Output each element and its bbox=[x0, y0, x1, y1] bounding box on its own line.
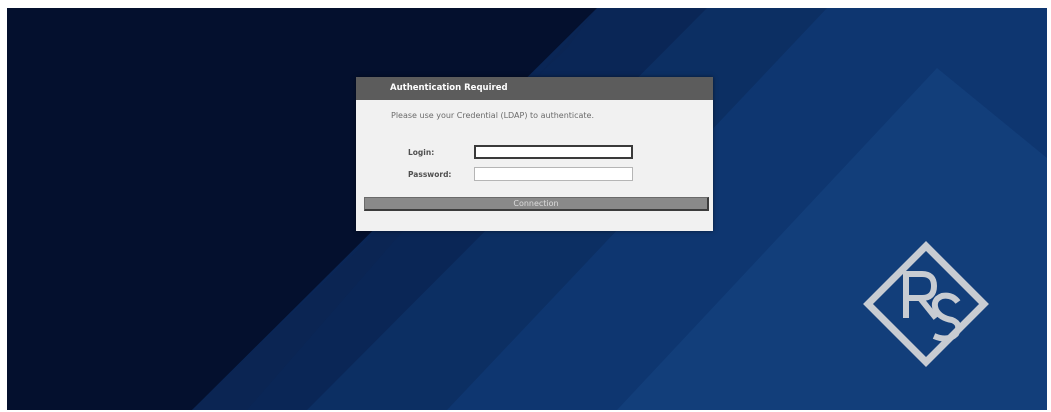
page-background: Authentication Required Please use your … bbox=[7, 8, 1047, 410]
password-input[interactable] bbox=[474, 167, 633, 181]
login-input[interactable] bbox=[474, 145, 633, 159]
connection-button[interactable]: Connection bbox=[364, 197, 709, 211]
login-label: Login: bbox=[408, 148, 435, 157]
auth-dialog: Authentication Required Please use your … bbox=[356, 77, 713, 231]
dialog-message: Please use your Credential (LDAP) to aut… bbox=[391, 111, 595, 120]
login-row: Login: bbox=[356, 145, 713, 163]
password-row: Password: bbox=[356, 167, 713, 185]
rohde-schwarz-logo-icon bbox=[863, 241, 989, 367]
password-label: Password: bbox=[408, 170, 452, 179]
dialog-title: Authentication Required bbox=[356, 77, 713, 100]
